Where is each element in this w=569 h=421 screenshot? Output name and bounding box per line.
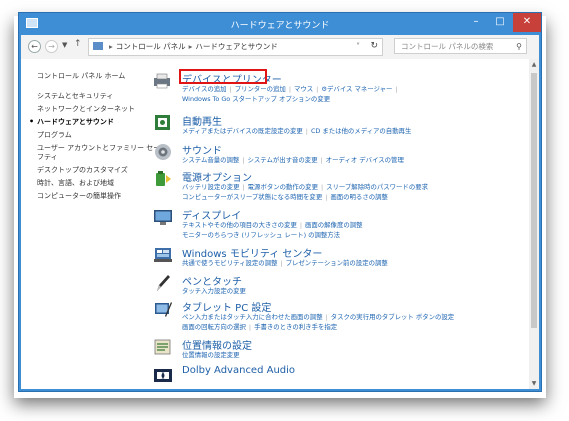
section-title[interactable]: Dolby Advanced Audio — [182, 365, 295, 376]
mobility-icon — [154, 248, 172, 262]
sidebar-item-label: ハードウェアとサウンド — [37, 118, 114, 126]
section-links: デバイスの追加 | プリンターの追加 | マウス | ⚙デバイス マネージャー | — [182, 85, 398, 93]
link-refresh-rate[interactable]: モニターのちらつき (リフレッシュ レート) の調整方法 — [182, 230, 340, 239]
link-location-settings[interactable]: 位置情報の設定変更 — [182, 350, 240, 359]
dolby-icon — [154, 369, 172, 382]
sidebar-item-user-accounts-cont[interactable]: フティ — [37, 152, 58, 162]
chevron-right-icon[interactable]: ▸ — [189, 42, 193, 51]
sidebar-item-ease-of-access[interactable]: コンピューターの簡単操作 — [37, 191, 121, 201]
section-links: 共通で使うモビリティ設定の調整 | プレゼンテーション前の設定の調整 — [182, 259, 388, 267]
link-audio-devices[interactable]: オーディオ デバイスの管理 — [326, 156, 404, 164]
minimize-button[interactable]: – — [463, 13, 489, 32]
link-text-size[interactable]: テキストやその他の項目の大きさの変更 — [182, 221, 297, 229]
section-links: システム音量の調整 | システムが出す音の変更 | オーディオ デバイスの管理 — [182, 156, 404, 164]
search-icon[interactable]: ⚲ — [516, 39, 522, 54]
link-power-button[interactable]: 電源ボタンの動作の変更 — [248, 183, 318, 191]
printer-icon — [154, 73, 170, 89]
link-mouse[interactable]: マウス — [294, 85, 313, 93]
link-touch-input[interactable]: タッチ入力設定の変更 — [182, 286, 246, 295]
link-rotation[interactable]: 画面の回転方向の選択 — [182, 323, 246, 331]
link-wake-password[interactable]: スリープ解除時のパスワードの要求 — [326, 183, 428, 191]
close-button[interactable]: ✕ — [513, 13, 541, 32]
up-icon[interactable]: ↑ — [74, 39, 82, 49]
chevron-right-icon[interactable]: ▸ — [109, 42, 113, 51]
speaker-icon — [155, 144, 171, 160]
forward-icon[interactable]: → — [45, 40, 58, 53]
sidebar-item-system-security[interactable]: システムとセキュリティ — [37, 91, 113, 101]
breadcrumb[interactable]: ▸ コントロール パネル ▸ ハードウェアとサウンド ˅ ↻ — [88, 38, 383, 56]
link-calibrate-screen[interactable]: ペン入力またはタッチ入力に合わせた画面の調整 — [182, 313, 323, 321]
link-volume[interactable]: システム音量の調整 — [182, 156, 239, 164]
control-panel-icon — [93, 42, 103, 50]
link-battery-settings[interactable]: バッテリ設定の変更 — [182, 183, 240, 191]
address-bar: ← → ▼ ↑ ▸ コントロール パネル ▸ ハードウェアとサウンド ˅ ↻ コントロ… — [21, 35, 539, 59]
chevron-down-icon[interactable]: ˅ — [356, 39, 360, 54]
power-icon — [156, 171, 171, 186]
sidebar-item-clock[interactable]: 時計、言語、および地域 — [37, 178, 114, 188]
scroll-down-icon[interactable]: ▼ — [529, 380, 539, 387]
sidebar: コントロール パネル ホーム システムとセキュリティ ネットワークとインターネッ… — [21, 59, 160, 389]
control-panel-window: ハードウェアとサウンド – □ ✕ ← → ▼ ↑ ▸ コントロール パネル ▸ ハー… — [18, 12, 542, 392]
location-icon — [154, 339, 171, 355]
highlight-box — [179, 69, 267, 84]
section-links-2: コンピューターがスリープ状態になる時間を変更 | 画面の明るさの調整 — [182, 193, 388, 201]
link-brightness[interactable]: 画面の明るさの調整 — [330, 193, 388, 201]
section-links: メディアまたはデバイスの既定設定の変更 | CD または他のメディアの自動再生 — [182, 127, 412, 135]
section-links: バッテリ設定の変更 | 電源ボタンの動作の変更 | スリープ解除時のパスワードの要求 — [182, 183, 428, 191]
sidebar-item-hardware-sound: • ハードウェアとサウンド — [29, 117, 114, 127]
scroll-up-icon[interactable]: ▲ — [529, 61, 539, 68]
tablet-icon — [155, 302, 172, 317]
breadcrumb-item-hardware-sound[interactable]: ハードウェアとサウンド — [195, 42, 277, 51]
link-resolution[interactable]: 画面の解像度の調整 — [305, 221, 363, 229]
link-windows-to-go[interactable]: Windows To Go スタートアップ オプションの変更 — [182, 94, 330, 103]
pen-icon — [157, 275, 170, 291]
link-mobility-settings[interactable]: 共通で使うモビリティ設定の調整 — [182, 259, 277, 267]
title-bar[interactable]: ハードウェアとサウンド – □ ✕ — [19, 13, 541, 35]
vertical-scrollbar[interactable]: ▲ ▼ — [529, 59, 539, 389]
link-default-media[interactable]: メディアまたはデバイスの既定設定の変更 — [182, 127, 303, 135]
link-tablet-buttons[interactable]: タスクの実行用のタブレット ボタンの設定 — [331, 313, 454, 321]
sidebar-item-home[interactable]: コントロール パネル ホーム — [37, 71, 125, 81]
link-handedness[interactable]: 手書きのときの利き手を指定 — [254, 323, 337, 331]
content-area: コントロール パネル ホーム システムとセキュリティ ネットワークとインターネッ… — [21, 59, 539, 389]
breadcrumb-item-control-panel[interactable]: コントロール パネル — [116, 42, 186, 51]
current-bullet-icon: • — [29, 117, 35, 126]
search-input[interactable]: コントロール パネルの検索 ⚲ — [394, 38, 527, 54]
maximize-button[interactable]: □ — [487, 13, 513, 32]
sidebar-item-programs[interactable]: プログラム — [37, 130, 72, 140]
main-panel: デバイスとプリンター デバイスの追加 | プリンターの追加 | マウス | ⚙デバイス マネ… — [151, 59, 521, 389]
refresh-icon[interactable]: ↻ — [370, 39, 378, 54]
display-icon — [154, 210, 172, 225]
link-device-manager[interactable]: デバイス マネージャー — [327, 85, 392, 93]
autoplay-icon — [155, 115, 170, 130]
search-placeholder: コントロール パネルの検索 — [401, 42, 494, 51]
back-icon[interactable]: ← — [28, 40, 41, 53]
sidebar-item-desktop[interactable]: デスクトップのカスタマイズ — [37, 165, 128, 175]
link-cd-autoplay[interactable]: CD または他のメディアの自動再生 — [311, 127, 411, 135]
section-links-2: 画面の回転方向の選択 | 手書きのときの利き手を指定 — [182, 323, 338, 331]
link-add-device[interactable]: デバイスの追加 — [182, 85, 227, 93]
recent-pages-icon[interactable]: ▼ — [62, 41, 67, 49]
link-system-sounds[interactable]: システムが出す音の変更 — [247, 156, 317, 164]
scrollbar-thumb[interactable] — [531, 73, 537, 328]
link-sleep-time[interactable]: コンピューターがスリープ状態になる時間を変更 — [182, 193, 322, 201]
section-links: ペン入力またはタッチ入力に合わせた画面の調整 | タスクの実行用のタブレット ボタン… — [182, 313, 455, 321]
section-links: テキストやその他の項目の大きさの変更 | 画面の解像度の調整 — [182, 221, 363, 229]
link-add-printer[interactable]: プリンターの追加 — [235, 85, 286, 93]
sidebar-item-network[interactable]: ネットワークとインターネット — [37, 104, 135, 114]
link-presentation[interactable]: プレゼンテーション前の設定の調整 — [286, 259, 388, 267]
